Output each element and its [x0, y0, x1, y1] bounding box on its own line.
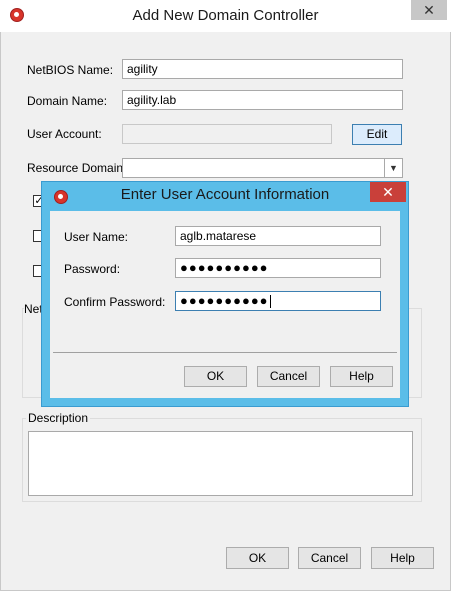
dialog-close-button[interactable]: ✕ [370, 182, 406, 202]
dialog-title: Enter User Account Information [120, 186, 330, 203]
password-input[interactable]: ●●●●●●●●●● [175, 258, 381, 278]
confirm-password-label: Confirm Password: [64, 295, 166, 309]
dialog-body: User Name: aglb.matarese Password: ●●●●●… [50, 211, 400, 398]
resource-domain-select[interactable] [122, 158, 403, 178]
dialog-help-button[interactable]: Help [330, 366, 393, 387]
user-account-label: User Account: [27, 127, 102, 141]
cancel-button[interactable]: Cancel [298, 547, 361, 569]
dialog-cancel-button[interactable]: Cancel [257, 366, 320, 387]
netbios-label: NetBIOS Name: [27, 63, 114, 77]
description-label: Description [26, 411, 91, 425]
password-mask: ●●●●●●●●●● [180, 260, 269, 275]
password-label: Password: [64, 262, 121, 276]
username-input[interactable]: aglb.matarese [175, 226, 381, 246]
help-button[interactable]: Help [371, 547, 434, 569]
username-label: User Name: [64, 230, 129, 244]
close-button[interactable]: ✕ [411, 0, 447, 20]
edit-button[interactable]: Edit [352, 124, 402, 145]
user-account-dialog: Enter User Account Information ✕ User Na… [41, 181, 409, 407]
dialog-ok-button[interactable]: OK [184, 366, 247, 387]
confirm-password-input[interactable]: ●●●●●●●●●● [175, 291, 381, 311]
text-caret [269, 295, 271, 309]
description-textarea[interactable] [28, 431, 413, 496]
chevron-down-icon[interactable]: ▼ [384, 159, 402, 177]
window-title: Add New Domain Controller [132, 7, 319, 24]
domain-name-input[interactable]: agility.lab [122, 90, 403, 110]
dialog-divider [53, 352, 397, 353]
ok-button[interactable]: OK [226, 547, 289, 569]
resource-domain-label: Resource Domain [27, 161, 124, 175]
netbios-input[interactable]: agility [122, 59, 403, 79]
confirm-password-mask: ●●●●●●●●●● [180, 293, 269, 308]
domain-name-label: Domain Name: [27, 94, 108, 108]
user-account-input [122, 124, 332, 144]
